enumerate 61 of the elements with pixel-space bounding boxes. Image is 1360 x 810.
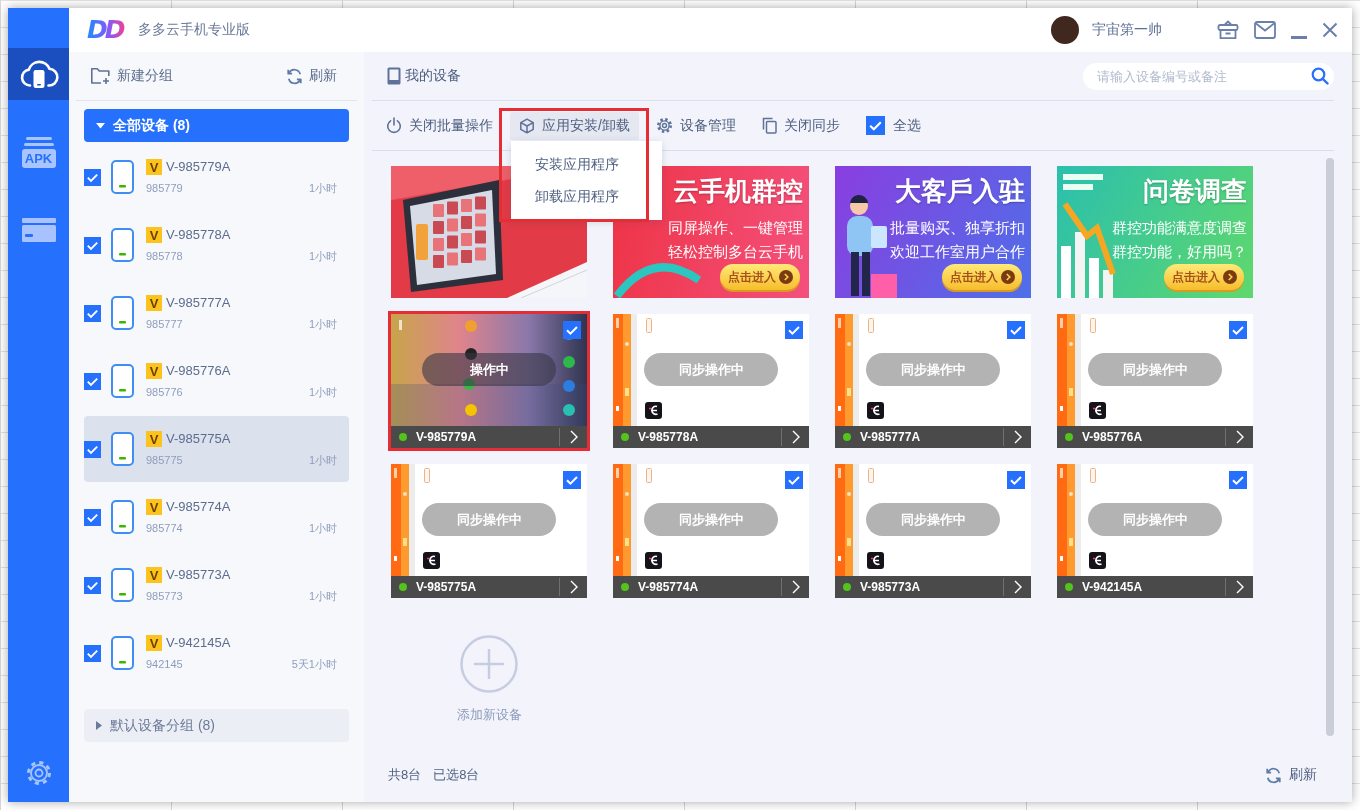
vip-badge: V xyxy=(146,635,162,651)
banner-text: 同屏操作、一键管理 xyxy=(668,218,803,238)
last-active-time: 1小时 xyxy=(308,454,337,467)
device-name: V-985776A xyxy=(1082,430,1144,444)
banner-title: 大客戶入驻 xyxy=(895,175,1025,208)
device-name: V-985777A xyxy=(860,430,922,444)
device-name: V-985779A xyxy=(166,159,231,175)
status-pill: 操作中 xyxy=(422,353,556,386)
device-id: 985775 xyxy=(146,454,183,467)
last-active-time: 1小时 xyxy=(308,250,337,263)
last-active-time: 1小时 xyxy=(308,182,337,195)
last-active-time: 1小时 xyxy=(308,590,337,603)
device-name: V-985775A xyxy=(416,580,478,594)
banner-title: 问卷调查 xyxy=(1143,175,1247,208)
device-id: 985776 xyxy=(146,386,183,399)
app-title: 多多云手机专业版 xyxy=(137,21,250,39)
device-id: 985777 xyxy=(146,318,183,331)
device-id: 942145 xyxy=(146,658,183,671)
vip-badge: V xyxy=(146,295,162,311)
section-title: 我的设备 xyxy=(405,67,461,85)
device-name: V-985774A xyxy=(638,580,700,594)
last-active-time: 1小时 xyxy=(308,522,337,535)
last-active-time: 1小时 xyxy=(308,386,337,399)
device-name: V-985776A xyxy=(166,363,231,379)
device-name: V-985779A xyxy=(416,430,478,444)
status-pill: 同步操作中 xyxy=(644,353,778,386)
device-name: V-985775A xyxy=(166,431,231,447)
vip-badge: V xyxy=(146,363,162,379)
device-count: 共8台 xyxy=(388,766,422,784)
banner-text: 批量购买、独享折扣 xyxy=(890,218,1025,238)
device-id: 985773 xyxy=(146,590,183,603)
device-name: V-985773A xyxy=(166,567,231,583)
device-name: V-985778A xyxy=(638,430,700,444)
device-id: 985779 xyxy=(146,182,183,195)
device-id: 985778 xyxy=(146,250,183,263)
vip-badge: V xyxy=(146,227,162,243)
status-pill: 同步操作中 xyxy=(1088,353,1222,386)
status-pill: 同步操作中 xyxy=(422,503,556,536)
device-id: 985774 xyxy=(146,522,183,535)
device-name: V-942145A xyxy=(1082,580,1144,594)
banner-text: 轻松控制多台云手机 xyxy=(668,242,803,262)
status-pill: 同步操作中 xyxy=(866,503,1000,536)
device-name: V-985773A xyxy=(860,580,922,594)
status-pill: 同步操作中 xyxy=(644,503,778,536)
vip-badge: V xyxy=(146,499,162,515)
device-name: V-985777A xyxy=(166,295,231,311)
vip-badge: V xyxy=(146,159,162,175)
banner-text: 群控功能满意度调查 xyxy=(1112,218,1247,238)
banner-text: 欢迎工作室用户合作 xyxy=(890,242,1025,262)
last-active-time: 1小时 xyxy=(308,318,337,331)
last-active-time: 5天1小时 xyxy=(291,658,337,671)
selected-count: 已选8台 xyxy=(433,766,480,784)
vip-badge: V xyxy=(146,431,162,447)
banner-text: 群控功能，好用吗？ xyxy=(1112,242,1247,262)
device-name: V-942145A xyxy=(166,635,231,651)
device-name: V-985774A xyxy=(166,499,231,515)
device-name: V-985778A xyxy=(166,227,231,243)
vip-badge: V xyxy=(146,567,162,583)
banner-title: 云手机群控 xyxy=(673,175,803,208)
status-pill: 同步操作中 xyxy=(1088,503,1222,536)
status-pill: 同步操作中 xyxy=(866,353,1000,386)
